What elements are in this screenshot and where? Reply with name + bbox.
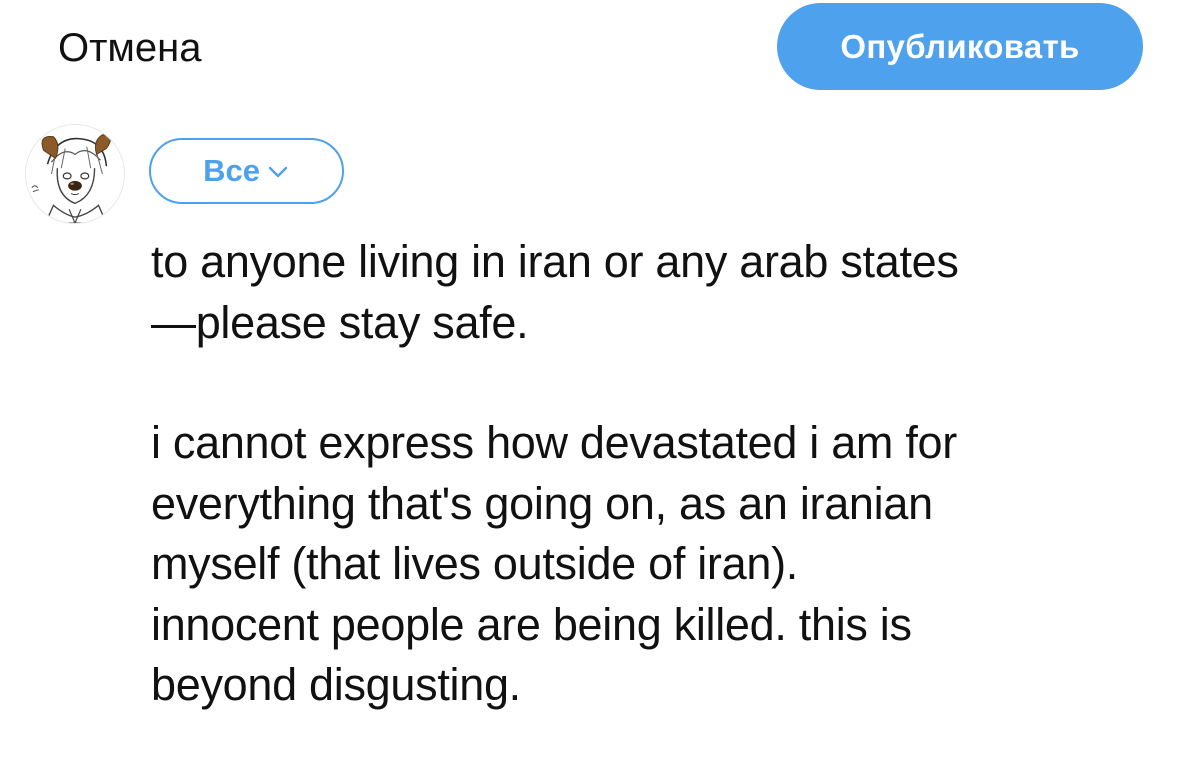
publish-button[interactable]: Опубликовать [777,3,1143,90]
tweet-text-area[interactable]: to anyone living in iran or any arab sta… [151,232,1181,716]
chevron-down-icon [268,166,288,178]
user-avatar-icon [26,125,124,223]
audience-selector[interactable]: Все [149,138,344,204]
tweet-text-line: myself (that lives outside of iran). [151,538,798,589]
tweet-text-line: to anyone living in iran or any arab sta… [151,236,959,287]
publish-button-label: Опубликовать [840,27,1080,65]
cancel-button[interactable]: Отмена [58,26,202,70]
tweet-text-line: everything that's going on, as an irania… [151,477,933,529]
paragraph-break [151,353,1181,413]
audience-label: Все [203,153,260,188]
tweet-text-line: —please stay safe. [151,296,529,348]
tweet-text-line: i cannot express how devastated i am for [151,417,957,468]
avatar[interactable] [25,124,125,224]
tweet-text-line: innocent people are being killed. this i… [151,598,912,650]
tweet-text-line: beyond disgusting. [151,659,521,710]
